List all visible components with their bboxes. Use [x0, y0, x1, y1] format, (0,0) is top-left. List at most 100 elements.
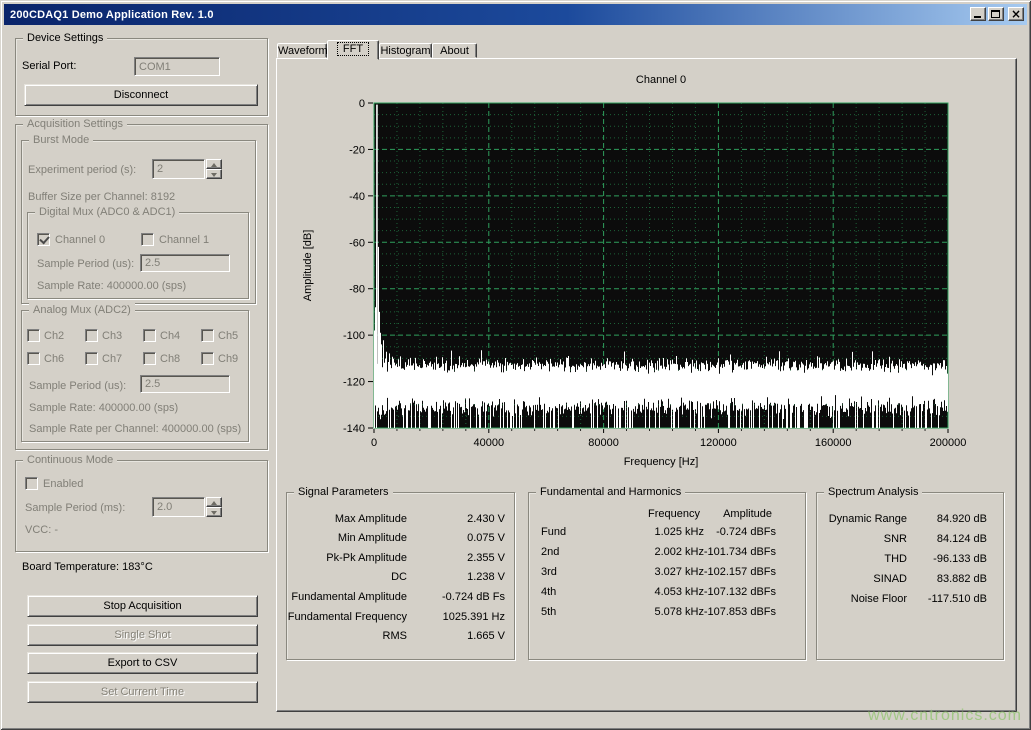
minimize-button[interactable]: [970, 7, 986, 21]
ch7-checkbox[interactable]: [85, 352, 98, 365]
param-label: Fundamental Amplitude: [291, 590, 407, 604]
svg-text:120000: 120000: [700, 437, 737, 449]
experiment-period-label: Experiment period (s):: [28, 163, 136, 177]
continuous-mode-legend: Continuous Mode: [23, 453, 117, 467]
spectrum-value: 84.920 dB: [937, 512, 987, 526]
export-csv-button[interactable]: Export to CSV: [27, 652, 258, 674]
ch8-label: Ch8: [160, 352, 180, 366]
maximize-icon: [991, 10, 1000, 18]
tab-fft[interactable]: FFT: [327, 40, 379, 60]
harmonic-frequency: 1.025 kHz: [654, 525, 704, 539]
harmonics-group: Fundamental and Harmonics Frequency Ampl…: [528, 492, 806, 660]
harmonic-name: Fund: [541, 525, 566, 539]
amplitude-header: Amplitude: [723, 507, 772, 521]
spectrum-value: 84.124 dB: [937, 532, 987, 546]
svg-text:160000: 160000: [815, 437, 852, 449]
harmonic-name: 4th: [541, 585, 556, 599]
harmonic-amplitude: -101.734 dBFs: [704, 545, 776, 559]
spin-down-button[interactable]: [206, 507, 222, 517]
analog-sample-period-label: Sample Period (us):: [29, 379, 126, 393]
spin-down-button[interactable]: [206, 169, 222, 179]
analog-sample-rate-text: Sample Rate: 400000.00 (sps): [29, 401, 178, 415]
ch6-checkbox[interactable]: [27, 352, 40, 365]
ch3-checkbox[interactable]: [85, 329, 98, 342]
serial-port-field[interactable]: COM1: [134, 57, 220, 76]
param-label: Fundamental Frequency: [288, 610, 407, 624]
analog-sample-period-value: 2.5: [145, 378, 160, 390]
param-value: 1.238 V: [467, 570, 505, 584]
board-temperature-text: Board Temperature: 183°C: [22, 560, 153, 574]
channel0-checkbox[interactable]: [37, 233, 50, 246]
analog-sample-rate-per-channel-text: Sample Rate per Channel: 400000.00 (sps): [29, 422, 241, 436]
harmonic-frequency: 5.078 kHz: [654, 605, 704, 619]
param-value: 2.430 V: [467, 512, 505, 526]
set-current-time-button[interactable]: Set Current Time: [27, 681, 258, 703]
fft-plot: 040000800001200001600002000000-20-40-60-…: [285, 95, 975, 475]
svg-text:Amplitude [dB]: Amplitude [dB]: [302, 230, 314, 302]
signal-parameters-legend: Signal Parameters: [294, 485, 393, 499]
spectrum-value: -96.133 dB: [933, 552, 987, 566]
param-value: 2.355 V: [467, 551, 505, 565]
channel1-checkbox[interactable]: [141, 233, 154, 246]
harmonic-frequency: 3.027 kHz: [654, 565, 704, 579]
arrow-up-icon: [211, 501, 217, 505]
param-label: Min Amplitude: [338, 531, 407, 545]
svg-text:80000: 80000: [588, 437, 619, 449]
arrow-down-icon: [211, 511, 217, 515]
param-value: -0.724 dB Fs: [442, 590, 505, 604]
device-settings-legend: Device Settings: [23, 31, 107, 45]
param-label: RMS: [383, 629, 407, 643]
single-shot-button[interactable]: Single Shot: [27, 624, 258, 646]
app-window: 200CDAQ1 Demo Application Rev. 1.0 × Dev…: [0, 0, 1031, 730]
tab-waveform[interactable]: Waveform: [277, 43, 327, 58]
ch7-label: Ch7: [102, 352, 122, 366]
spin-up-button[interactable]: [206, 159, 222, 169]
harmonic-name: 3rd: [541, 565, 557, 579]
chart-title: Channel 0: [374, 74, 948, 86]
ch4-checkbox[interactable]: [143, 329, 156, 342]
param-value: 1025.391 Hz: [443, 610, 505, 624]
tab-histogram[interactable]: Histogram: [379, 43, 432, 58]
param-label: Max Amplitude: [335, 512, 407, 526]
continuous-sample-period-value: 2.0: [152, 497, 205, 517]
disconnect-button[interactable]: Disconnect: [24, 84, 258, 106]
svg-text:200000: 200000: [930, 437, 967, 449]
spectrum-label: SNR: [884, 532, 907, 546]
harmonic-frequency: 2.002 kHz: [654, 545, 704, 559]
digital-sample-period-field[interactable]: 2.5: [140, 254, 230, 272]
signal-parameters-group: Signal Parameters Max Amplitude2.430 V M…: [286, 492, 515, 660]
arrow-up-icon: [211, 163, 217, 167]
digital-sample-rate-text: Sample Rate: 400000.00 (sps): [37, 279, 186, 293]
ch9-checkbox[interactable]: [201, 352, 214, 365]
analog-mux-legend: Analog Mux (ADC2): [29, 303, 135, 317]
ch3-label: Ch3: [102, 329, 122, 343]
svg-text:-100: -100: [343, 330, 365, 342]
enabled-label: Enabled: [43, 477, 83, 491]
svg-text:-20: -20: [349, 144, 365, 156]
ch8-checkbox[interactable]: [143, 352, 156, 365]
analog-sample-period-field[interactable]: 2.5: [140, 375, 230, 393]
burst-mode-legend: Burst Mode: [29, 133, 93, 147]
maximize-button[interactable]: [988, 7, 1004, 21]
vcc-text: VCC: -: [25, 523, 58, 537]
continuous-sample-period-spinner[interactable]: 2.0: [152, 497, 222, 517]
spin-up-button[interactable]: [206, 497, 222, 507]
tab-about[interactable]: About: [432, 43, 477, 58]
window-title: 200CDAQ1 Demo Application Rev. 1.0: [10, 9, 214, 21]
experiment-period-spinner[interactable]: 2: [152, 159, 222, 179]
ch5-checkbox[interactable]: [201, 329, 214, 342]
close-button[interactable]: ×: [1008, 7, 1024, 21]
harmonic-amplitude: -107.853 dBFs: [704, 605, 776, 619]
stop-acquisition-button[interactable]: Stop Acquisition: [27, 595, 258, 617]
experiment-period-value: 2: [152, 159, 205, 179]
spectrum-analysis-legend: Spectrum Analysis: [824, 485, 922, 499]
svg-text:0: 0: [371, 437, 377, 449]
svg-text:-120: -120: [343, 377, 365, 389]
enabled-checkbox[interactable]: [25, 477, 38, 490]
spectrum-value: 83.882 dB: [937, 572, 987, 586]
svg-text:-80: -80: [349, 284, 365, 296]
ch2-checkbox[interactable]: [27, 329, 40, 342]
digital-sample-period-value: 2.5: [145, 257, 160, 269]
digital-mux-legend: Digital Mux (ADC0 & ADC1): [35, 205, 179, 219]
digital-sample-period-label: Sample Period (us):: [37, 257, 134, 271]
